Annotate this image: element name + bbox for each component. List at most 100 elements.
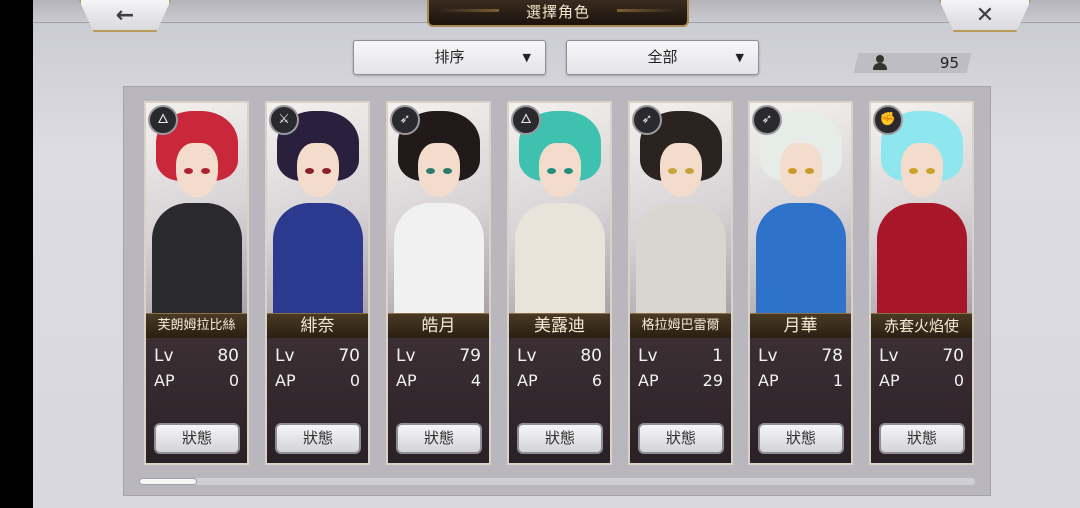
ap-value: 0 (228, 371, 239, 390)
character-card[interactable]: 🜂 美露迪 Lv 80 AP 6 狀態 (507, 101, 612, 465)
ap-row: AP 0 (146, 371, 247, 391)
level-label: Lv (879, 346, 899, 366)
character-outfit (515, 203, 605, 315)
ap-row: AP 29 (630, 371, 731, 391)
character-eye (201, 168, 210, 174)
level-value: 78 (821, 346, 843, 366)
level-row: Lv 70 (871, 346, 972, 366)
weapon-class-icon: ✊ (873, 105, 903, 135)
level-row: Lv 80 (509, 346, 610, 366)
character-face (297, 143, 339, 197)
ap-row: AP 0 (871, 371, 972, 391)
back-arrow-icon: ← (115, 2, 135, 28)
chevron-down-icon: ▼ (735, 51, 744, 64)
ap-label: AP (879, 371, 900, 390)
character-card[interactable]: ➶ 皓月 Lv 79 AP 4 狀態 (386, 101, 491, 465)
character-eye (805, 168, 814, 174)
ap-row: AP 6 (509, 371, 610, 391)
level-value: 80 (580, 346, 602, 366)
weapon-class-icon: 🜂 (511, 105, 541, 135)
level-label: Lv (275, 346, 295, 366)
character-eye (685, 168, 694, 174)
character-card[interactable]: ➶ 月華 Lv 78 AP 1 狀態 (748, 101, 853, 465)
character-name: 美露迪 (509, 313, 610, 339)
ap-row: AP 1 (750, 371, 851, 391)
character-eye (426, 168, 435, 174)
chevron-down-icon: ▼ (522, 51, 531, 64)
sort-dropdown[interactable]: 排序 ▼ (353, 40, 546, 75)
character-face (176, 143, 218, 197)
weapon-class-icon: ➶ (632, 105, 662, 135)
level-label: Lv (396, 346, 416, 366)
status-button[interactable]: 狀態 (517, 423, 603, 454)
character-card[interactable]: 🜂 芙朗姆拉比絲 Lv 80 AP 0 狀態 (144, 101, 249, 465)
level-row: Lv 79 (388, 346, 489, 366)
ap-label: AP (517, 371, 538, 390)
ap-value: 6 (591, 371, 602, 390)
character-eye (305, 168, 314, 174)
level-value: 79 (459, 346, 481, 366)
status-button[interactable]: 狀態 (638, 423, 724, 454)
character-outfit (877, 203, 967, 315)
ap-label: AP (396, 371, 417, 390)
level-row: Lv 78 (750, 346, 851, 366)
level-row: Lv 1 (630, 346, 731, 366)
horizontal-scrollbar-track[interactable] (139, 478, 975, 485)
status-button[interactable]: 狀態 (396, 423, 482, 454)
status-button[interactable]: 狀態 (154, 423, 240, 454)
close-button[interactable]: ✕ (939, 0, 1031, 32)
character-outfit (273, 203, 363, 315)
character-name: 皓月 (388, 313, 489, 339)
level-label: Lv (517, 346, 537, 366)
status-button[interactable]: 狀態 (275, 423, 361, 454)
ap-label: AP (638, 371, 659, 390)
character-count-value: 95 (939, 54, 959, 72)
ap-label: AP (154, 371, 175, 390)
person-icon (873, 55, 887, 71)
character-face (901, 143, 943, 197)
status-button[interactable]: 狀態 (879, 423, 965, 454)
character-name: 格拉姆巴雷爾 (630, 313, 731, 339)
level-value: 70 (942, 346, 964, 366)
character-card[interactable]: ➶ 格拉姆巴雷爾 Lv 1 AP 29 狀態 (628, 101, 733, 465)
filter-dropdown[interactable]: 全部 ▼ (566, 40, 759, 75)
level-value: 1 (712, 346, 723, 366)
character-outfit (636, 203, 726, 315)
character-name: 芙朗姆拉比絲 (146, 313, 247, 339)
ap-row: AP 4 (388, 371, 489, 391)
level-value: 80 (217, 346, 239, 366)
weapon-class-icon: ➶ (752, 105, 782, 135)
level-row: Lv 80 (146, 346, 247, 366)
back-button[interactable]: ← (79, 0, 171, 32)
weapon-class-icon: ➶ (390, 105, 420, 135)
close-icon: ✕ (975, 2, 995, 28)
character-card[interactable]: ✊ 赤套火焰使 Lv 70 AP 0 狀態 (869, 101, 974, 465)
character-eye (547, 168, 556, 174)
ap-value: 29 (702, 371, 723, 390)
character-face (780, 143, 822, 197)
character-eye (564, 168, 573, 174)
character-face (418, 143, 460, 197)
ap-label: AP (275, 371, 296, 390)
character-face (660, 143, 702, 197)
level-label: Lv (638, 346, 658, 366)
character-eye (443, 168, 452, 174)
character-eye (909, 168, 918, 174)
ap-label: AP (758, 371, 779, 390)
character-card[interactable]: ⚔ 緋奈 Lv 70 AP 0 狀態 (265, 101, 370, 465)
character-select-screen: 選擇角色 ← ✕ 排序 ▼ 全部 ▼ 95 🜂 芙朗姆拉比絲 Lv 80 AP … (33, 0, 1080, 508)
level-value: 70 (338, 346, 360, 366)
horizontal-scrollbar-thumb[interactable] (139, 478, 197, 485)
ap-value: 0 (349, 371, 360, 390)
weapon-class-icon: 🜂 (148, 105, 178, 135)
character-name: 緋奈 (267, 313, 368, 339)
filter-dropdown-label: 全部 (647, 48, 678, 66)
sort-dropdown-label: 排序 (434, 48, 465, 66)
character-outfit (394, 203, 484, 315)
weapon-class-icon: ⚔ (269, 105, 299, 135)
character-eye (668, 168, 677, 174)
character-eye (184, 168, 193, 174)
status-button[interactable]: 狀態 (758, 423, 844, 454)
character-eye (788, 168, 797, 174)
ap-row: AP 0 (267, 371, 368, 391)
